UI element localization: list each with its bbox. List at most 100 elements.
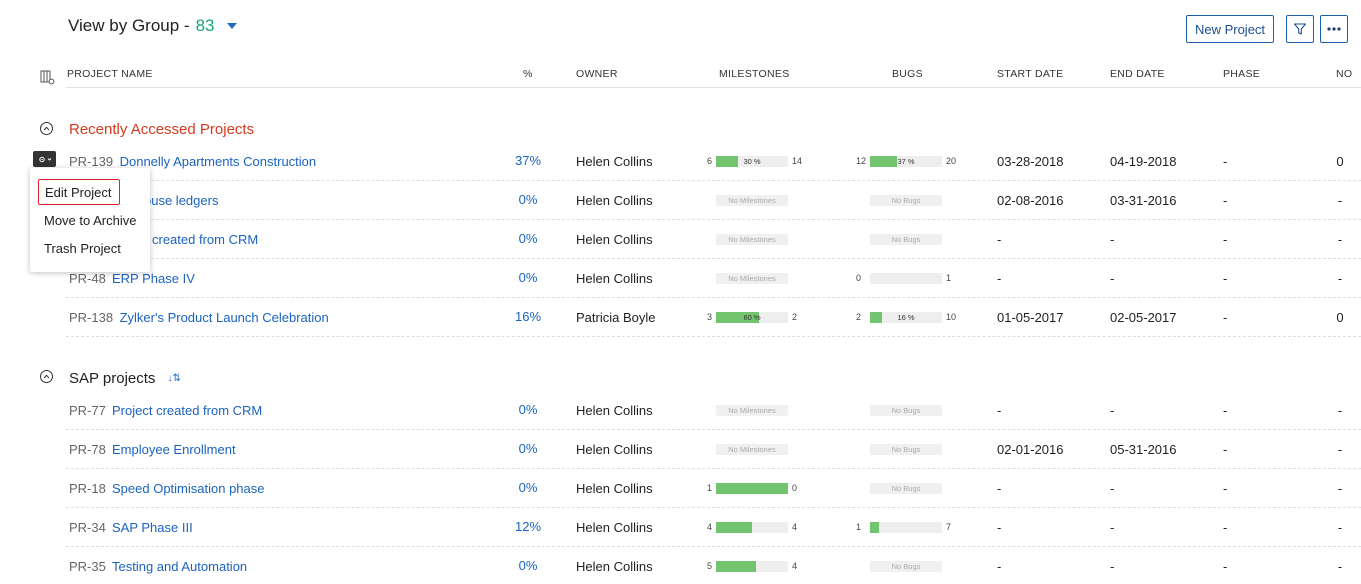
bugs-bar: No Bugs — [870, 220, 942, 258]
start-date: - — [997, 558, 1002, 574]
project-percent[interactable]: 0% — [516, 390, 540, 428]
milestone-bar-track — [716, 560, 788, 572]
bugs-bar-empty-label: No Bugs — [870, 233, 942, 245]
table-row[interactable]: PR-48 ERP Phase IV 0% Helen Collins - - - - No M… — [66, 259, 1361, 298]
milestone-bar: No Milestones — [716, 259, 788, 297]
menu-item-edit-project[interactable]: Edit Project — [38, 179, 121, 205]
bugs-bar: 2 16 % 10 — [856, 298, 956, 336]
project-name-link[interactable]: Speed Optimisation phase — [112, 469, 264, 507]
project-percent[interactable]: 0% — [516, 180, 540, 218]
project-percent[interactable]: 0% — [516, 429, 540, 467]
project-no: - — [1337, 519, 1343, 535]
milestone-bar-closed-count: 4 — [792, 561, 798, 571]
table-row[interactable]: ouse ledgers 0% Helen Collins 02-08-2016 03-… — [66, 181, 1361, 220]
menu-item-move-to-archive[interactable]: Move to Archive — [44, 213, 137, 228]
bugs-bar: 12 37 % 20 — [856, 142, 956, 180]
column-header-milestones[interactable]: MILESTONES — [719, 68, 790, 88]
start-date: 02-01-2016 — [997, 441, 1064, 457]
column-header-no[interactable]: NO — [1336, 68, 1352, 88]
table-row[interactable]: PR-34 SAP Phase III 12% Helen Collins - - - -4 4… — [66, 508, 1361, 547]
project-owner: Helen Collins — [576, 192, 653, 208]
milestone-bar-empty-label: No Milestones — [716, 194, 788, 206]
project-owner: Helen Collins — [576, 153, 653, 169]
table-row[interactable]: created from CRM 0% Helen Collins - - - - No Mi… — [66, 220, 1361, 259]
project-name-link[interactable]: created from CRM — [152, 220, 258, 258]
column-header-bugs[interactable]: BUGS — [892, 68, 923, 88]
header-divider — [66, 87, 1361, 88]
table-row[interactable]: PR-139 Donnelly Apartments Construction 37… — [66, 142, 1361, 181]
bugs-bar-percent-label — [870, 273, 942, 284]
milestone-bar: No Milestones — [716, 220, 788, 258]
project-id: PR-77 — [69, 402, 106, 418]
collapse-group-icon[interactable] — [40, 122, 53, 135]
table-row[interactable]: PR-77 Project created from CRM 0% Helen Col… — [66, 391, 1361, 430]
project-percent[interactable]: 0% — [516, 468, 540, 506]
bugs-bar-track — [870, 272, 942, 284]
milestone-bar-closed-count: 2 — [792, 312, 798, 322]
column-header-owner[interactable]: OWNER — [576, 68, 618, 88]
project-percent[interactable]: 16% — [515, 297, 541, 335]
project-name-link[interactable]: Zylker's Product Launch Celebration — [120, 298, 329, 336]
column-header-percent[interactable]: % — [523, 68, 533, 88]
column-settings-icon[interactable] — [40, 70, 55, 90]
view-selector[interactable]: View by Group - 83 — [68, 16, 237, 36]
milestone-bar-percent-label: 30 % — [743, 156, 761, 166]
project-owner: Helen Collins — [576, 441, 653, 457]
project-id: PR-35 — [69, 558, 106, 574]
collapse-group-icon[interactable] — [40, 370, 53, 383]
column-header-end-date[interactable]: END DATE — [1110, 68, 1165, 88]
project-id: PR-34 — [69, 519, 106, 535]
milestone-bar-percent-label — [716, 522, 788, 533]
bugs-bar-percent-label: 16 % — [897, 312, 915, 322]
sort-icon[interactable]: ↓⇅ — [167, 373, 180, 384]
bugs-bar-empty-label: No Bugs — [870, 194, 942, 206]
project-phase: - — [1223, 519, 1228, 535]
milestone-bar: No Milestones — [716, 181, 788, 219]
bugs-bar-closed-count: 20 — [946, 156, 957, 166]
bugs-bar-track — [870, 521, 942, 533]
project-percent[interactable]: 0% — [516, 258, 540, 296]
end-date: - — [1110, 402, 1115, 418]
filter-button[interactable] — [1286, 15, 1314, 43]
caret-down-icon[interactable] — [226, 23, 237, 29]
end-date: - — [1110, 231, 1115, 247]
milestone-bar-open-count: 5 — [707, 561, 713, 571]
gear-icon — [38, 156, 51, 162]
more-options-button[interactable] — [1320, 15, 1348, 43]
project-name-link[interactable]: SAP Phase III — [112, 508, 193, 546]
column-header-start-date[interactable]: START DATE — [997, 68, 1063, 88]
milestone-bar-open-count: 3 — [707, 312, 713, 322]
end-date: - — [1110, 558, 1115, 574]
project-name-link[interactable]: Project created from CRM — [112, 391, 262, 429]
row-actions-button[interactable] — [33, 151, 56, 167]
end-date: 02-05-2017 — [1110, 309, 1177, 325]
project-percent[interactable]: 0% — [516, 219, 540, 257]
project-percent[interactable]: 0% — [516, 546, 540, 584]
milestone-bar: 54 — [707, 547, 797, 584]
milestone-bar-percent-label — [716, 483, 788, 494]
project-name-link[interactable]: Testing and Automation — [112, 547, 247, 584]
project-phase: - — [1223, 480, 1228, 496]
project-no: 0 — [1336, 309, 1344, 325]
project-percent[interactable]: 12% — [515, 507, 541, 545]
column-header-project-name[interactable]: PROJECT NAME — [67, 68, 153, 88]
start-date: 02-08-2016 — [997, 192, 1064, 208]
bugs-bar-closed-count: 7 — [946, 522, 952, 532]
start-date: 03-28-2018 — [997, 153, 1064, 169]
bugs-bar-track: 16 % — [870, 311, 942, 323]
project-name-link[interactable]: Employee Enrollment — [112, 430, 236, 468]
column-header-phase[interactable]: PHASE — [1223, 68, 1260, 88]
start-date: - — [997, 270, 1002, 286]
menu-item-trash-project[interactable]: Trash Project — [44, 241, 121, 256]
table-row[interactable]: PR-35 Testing and Automation 0% Helen Colli… — [66, 547, 1361, 584]
project-percent[interactable]: 37% — [515, 141, 541, 179]
table-row[interactable]: PR-138 Zylker's Product Launch Celebratio… — [66, 298, 1361, 337]
milestone-bar: 3 60 % 2 — [707, 298, 797, 336]
table-row[interactable]: PR-78 Employee Enrollment 0% Helen Collins 0… — [66, 430, 1361, 469]
project-name-link[interactable]: ouse ledgers — [144, 181, 218, 219]
new-project-button[interactable]: New Project — [1186, 15, 1274, 43]
table-row[interactable]: PR-18 Speed Optimisation phase 0% Helen Col… — [66, 469, 1361, 508]
milestone-bar-empty-label: No Milestones — [716, 233, 788, 245]
bugs-bar: 01 — [856, 259, 951, 297]
bugs-bar-empty-label: No Bugs — [870, 443, 942, 455]
